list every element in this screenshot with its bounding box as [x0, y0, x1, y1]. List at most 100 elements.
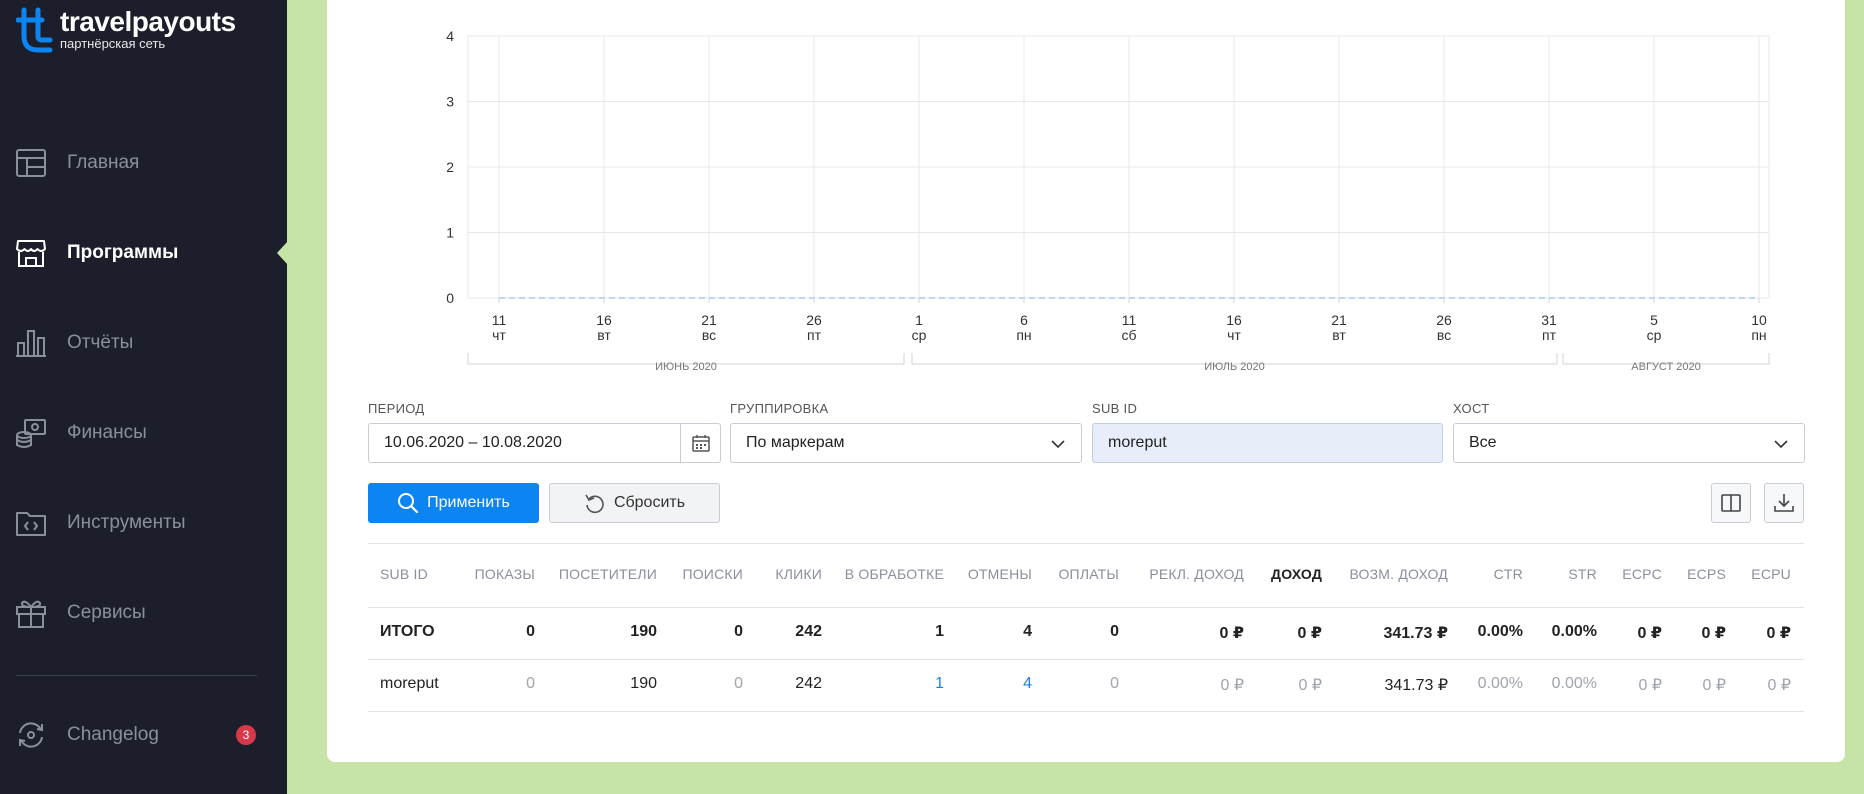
sidebar-item-services[interactable]: Сервисы [0, 588, 287, 638]
x-tick-weekday: чт [1227, 327, 1241, 343]
column-header[interactable]: В ОБРАБОТКЕ [845, 566, 944, 582]
table-cell-link[interactable]: 1 [935, 675, 944, 693]
y-tick-label: 2 [446, 159, 454, 175]
sidebar-item-changelog[interactable]: Changelog 3 [0, 710, 287, 760]
sidebar-item-label: Инструменты [67, 512, 186, 533]
x-tick-day: 26 [806, 312, 822, 328]
column-header[interactable]: ОТМЕНЫ [968, 566, 1032, 582]
subid-input[interactable]: moreput [1092, 423, 1443, 463]
x-tick-day: 26 [1436, 312, 1452, 328]
sidebar-divider [16, 675, 257, 676]
column-header[interactable]: ВОЗМ. ДОХОД [1349, 566, 1448, 582]
sidebar-item-home[interactable]: Главная [0, 138, 287, 188]
x-tick-weekday: сб [1121, 327, 1136, 343]
period-label: ПЕРИОД [368, 401, 425, 416]
report-chart: 0123411чт16вт21вс26пт1ср6пн11сб16чт21вт2… [446, 28, 1770, 373]
x-tick-weekday: вс [1437, 327, 1451, 343]
sidebar-item-reports[interactable]: Отчёты [0, 318, 287, 368]
table-cell-link[interactable]: 4 [1023, 675, 1032, 693]
column-header[interactable]: РЕКЛ. ДОХОД [1149, 566, 1244, 582]
table-cell: 0 ₽ [1637, 625, 1662, 642]
changelog-badge: 3 [236, 725, 256, 745]
table-cell: 0.00% [1477, 623, 1523, 640]
table-cell: 0 [734, 675, 743, 692]
sidebar-item-label: Changelog [67, 724, 159, 745]
host-value: Все [1469, 434, 1497, 451]
x-tick-day: 21 [701, 312, 717, 328]
column-header[interactable]: ECPS [1687, 566, 1726, 582]
sidebar-item-tools[interactable]: Инструменты [0, 498, 287, 548]
x-tick-weekday: вт [1332, 327, 1346, 343]
column-header[interactable]: ОПЛАТЫ [1058, 566, 1119, 582]
apply-label: Применить [427, 494, 510, 511]
column-header[interactable]: CTR [1494, 566, 1523, 582]
storefront-icon [15, 237, 47, 269]
x-tick-weekday: пт [1542, 327, 1557, 343]
x-tick-day: 31 [1541, 312, 1557, 328]
table-cell: 242 [795, 675, 822, 692]
sidebar-item-label: Финансы [67, 422, 147, 443]
table-cell: 0 [734, 623, 743, 640]
column-header[interactable]: ПОСЕТИТЕЛИ [559, 566, 657, 582]
grouping-select[interactable]: По маркерам [730, 423, 1082, 463]
apply-button[interactable]: Применить [368, 483, 539, 523]
y-tick-label: 1 [446, 225, 454, 241]
column-header[interactable]: ПОКАЗЫ [475, 566, 535, 582]
sidebar-item-programs[interactable]: Программы [0, 228, 287, 278]
month-label: ИЮНЬ 2020 [655, 361, 717, 373]
period-field[interactable]: 10.06.2020 – 10.08.2020 [368, 423, 721, 463]
dashboard-icon [15, 147, 47, 179]
x-tick-day: 11 [1122, 312, 1137, 328]
table-cell: 0.00% [1551, 623, 1597, 640]
x-tick-weekday: вс [702, 327, 716, 343]
host-select[interactable]: Все [1453, 423, 1805, 463]
grouping-label: ГРУППИРОВКА [730, 401, 829, 416]
x-tick-day: 1 [915, 312, 923, 328]
table-divider [368, 543, 1804, 544]
download-button[interactable] [1764, 483, 1804, 523]
chevron-down-icon [1051, 440, 1065, 449]
table-cell: 0 ₽ [1298, 677, 1322, 694]
sidebar-item-label: Программы [67, 242, 179, 263]
table-cell: 341.73 ₽ [1384, 677, 1448, 694]
columns-button[interactable] [1711, 483, 1751, 523]
table-divider [368, 607, 1804, 608]
table-cell: 4 [1023, 623, 1032, 640]
column-header[interactable]: КЛИКИ [775, 566, 822, 582]
month-label: АВГУСТ 2020 [1631, 361, 1700, 373]
calendar-button[interactable] [680, 424, 720, 462]
reset-button[interactable]: Сбросить [549, 483, 720, 523]
table-cell: 190 [630, 675, 657, 692]
x-tick-day: 6 [1020, 312, 1028, 328]
logo[interactable]: travelpayouts партнёрская сеть [16, 6, 236, 56]
column-header[interactable]: STR [1568, 566, 1597, 582]
travelpayouts-logo-icon [16, 7, 53, 53]
column-header[interactable]: SUB ID [380, 566, 428, 582]
column-header[interactable]: ДОХОД [1271, 566, 1322, 582]
sidebar-item-label: Сервисы [67, 602, 146, 623]
table-cell: 0 ₽ [1766, 625, 1791, 642]
table-cell: 0 ₽ [1219, 625, 1244, 642]
sidebar-item-finance[interactable]: Финансы [0, 408, 287, 458]
table-cell: 0 ₽ [1701, 625, 1726, 642]
column-header[interactable]: ECPU [1751, 566, 1791, 582]
x-tick-weekday: ср [1647, 327, 1662, 343]
y-tick-label: 3 [446, 94, 454, 110]
column-header[interactable]: ECPC [1622, 566, 1662, 582]
table-cell: ИТОГО [380, 623, 435, 640]
table-cell: 0 [526, 675, 535, 692]
download-icon [1774, 494, 1794, 512]
x-tick-day: 16 [1226, 312, 1242, 328]
active-indicator [277, 241, 288, 265]
reset-icon [585, 494, 604, 514]
table-cell: 0 [1110, 675, 1119, 692]
gift-icon [15, 597, 47, 629]
x-tick-day: 5 [1650, 312, 1658, 328]
table-cell: 0 [526, 623, 535, 640]
table-cell: 0 [1110, 623, 1119, 640]
search-icon [398, 493, 419, 514]
column-header[interactable]: ПОИСКИ [682, 566, 743, 582]
grouping-value: По маркерам [746, 434, 845, 451]
table-cell: 242 [795, 623, 822, 640]
brand-name: travelpayouts [60, 6, 236, 37]
